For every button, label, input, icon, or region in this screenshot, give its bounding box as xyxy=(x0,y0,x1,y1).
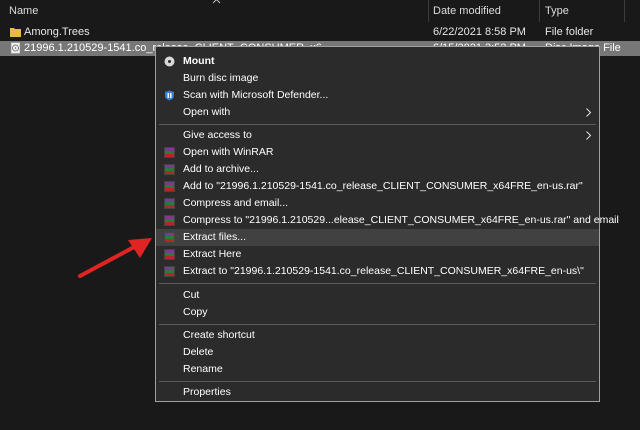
red-arrow-annotation xyxy=(78,238,152,278)
column-divider[interactable] xyxy=(539,0,540,22)
menu-item-extract-here[interactable]: Extract Here xyxy=(156,246,599,263)
menu-separator xyxy=(159,124,596,125)
menu-item-cut[interactable]: Cut xyxy=(156,287,599,304)
menu-item-properties[interactable]: Properties xyxy=(156,384,599,401)
menu-separator xyxy=(159,381,596,382)
winrar-icon xyxy=(164,215,175,226)
menu-item-compress-to-rar-and-email[interactable]: Compress to "21996.1.210529...elease_CLI… xyxy=(156,212,619,229)
context-menu: Mount Burn disc image Scan with Microsof… xyxy=(155,46,619,402)
winrar-icon xyxy=(164,232,175,243)
winrar-icon xyxy=(164,249,175,260)
menu-item-scan-defender[interactable]: Scan with Microsoft Defender... xyxy=(156,87,599,104)
menu-item-rename[interactable]: Rename xyxy=(156,361,599,378)
folder-icon xyxy=(10,28,21,37)
menu-item-burn-disc-image[interactable]: Burn disc image xyxy=(156,70,599,87)
menu-item-extract-to-folder[interactable]: Extract to "21996.1.210529-1541.co_relea… xyxy=(156,263,599,280)
winrar-icon xyxy=(164,266,175,277)
disc-image-file-icon xyxy=(10,42,21,54)
menu-item-mount[interactable]: Mount xyxy=(156,53,599,70)
menu-item-extract-files[interactable]: Extract files... xyxy=(156,229,599,246)
file-type: File folder xyxy=(545,26,594,38)
column-header-type[interactable]: Type xyxy=(545,0,569,22)
menu-item-add-to-rar[interactable]: Add to "21996.1.210529-1541.co_release_C… xyxy=(156,178,599,195)
menu-item-delete[interactable]: Delete xyxy=(156,344,599,361)
column-divider[interactable] xyxy=(624,0,625,22)
menu-item-copy[interactable]: Copy xyxy=(156,304,599,321)
sort-chevron-icon xyxy=(212,0,221,4)
column-header-date-modified[interactable]: Date modified xyxy=(433,0,501,22)
winrar-icon xyxy=(164,164,175,175)
column-header-name[interactable]: Name xyxy=(9,0,38,22)
menu-item-open-with-winrar[interactable]: Open with WinRAR xyxy=(156,144,599,161)
file-row-among-trees[interactable]: Among.Trees 6/22/2021 8:58 PM File folde… xyxy=(0,25,640,40)
menu-item-open-with[interactable]: Open with xyxy=(156,104,599,121)
menu-separator xyxy=(159,283,596,284)
chevron-right-icon xyxy=(586,108,591,117)
winrar-icon xyxy=(164,198,175,209)
defender-icon xyxy=(165,90,174,101)
menu-item-create-shortcut[interactable]: Create shortcut xyxy=(156,327,599,344)
menu-item-give-access-to[interactable]: Give access to xyxy=(156,127,599,144)
column-divider[interactable] xyxy=(428,0,429,22)
winrar-icon xyxy=(164,181,175,192)
file-name: Among.Trees xyxy=(24,26,90,38)
winrar-icon xyxy=(164,147,175,158)
file-date: 6/22/2021 8:58 PM xyxy=(433,26,526,38)
mount-icon xyxy=(164,56,175,67)
menu-separator xyxy=(159,324,596,325)
menu-item-compress-and-email[interactable]: Compress and email... xyxy=(156,195,599,212)
menu-item-add-to-archive[interactable]: Add to archive... xyxy=(156,161,599,178)
chevron-right-icon xyxy=(586,131,591,140)
